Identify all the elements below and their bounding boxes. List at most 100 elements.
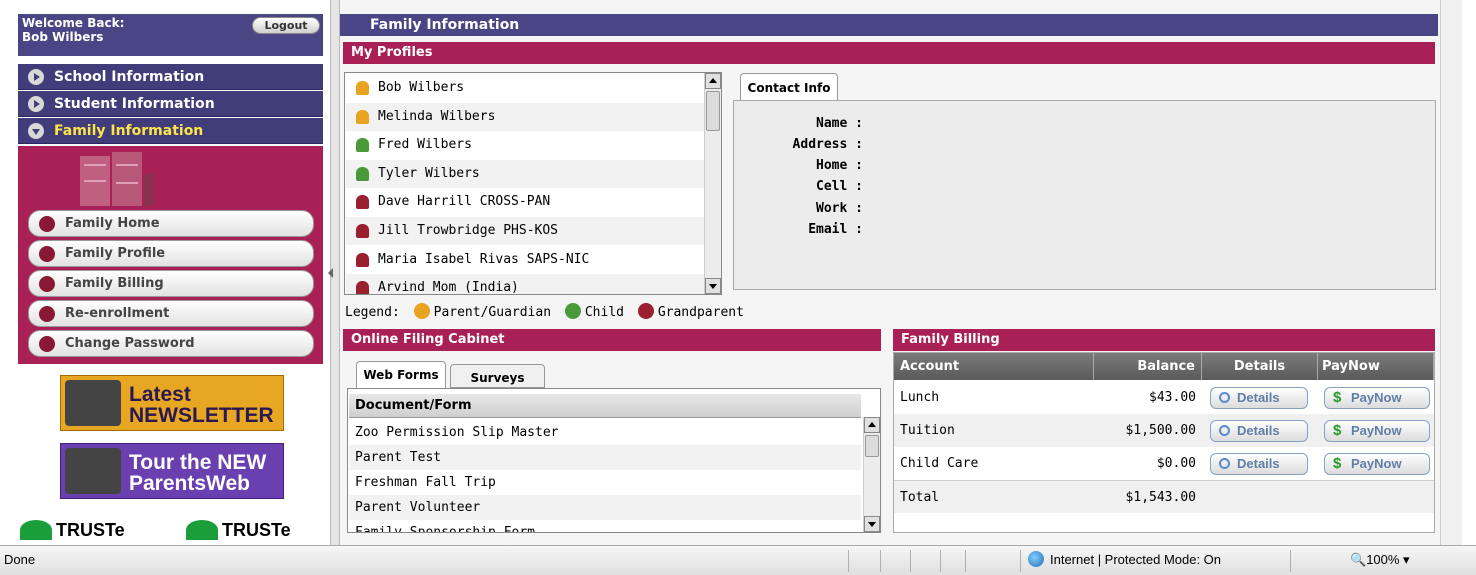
tab-contact-info[interactable]: Contact Info (740, 73, 838, 101)
scroll-track[interactable] (1440, 0, 1462, 545)
status-divider (940, 550, 941, 572)
contact-cell-label: Cell : (816, 179, 863, 194)
my-profiles-header: My Profiles (343, 42, 1435, 64)
profile-item[interactable]: Bob Wilbers (346, 74, 704, 102)
details-button[interactable]: Details (1210, 387, 1308, 409)
contact-email-label: Email : (808, 222, 863, 237)
total-value: $1,543.00 (1125, 490, 1196, 505)
tab-web-forms[interactable]: Web Forms (356, 361, 446, 388)
nav-label: School Information (54, 69, 205, 85)
details-label: Details (1237, 423, 1280, 438)
contact-work-label: Work : (816, 201, 863, 216)
total-label: Total (900, 490, 940, 505)
paynow-button[interactable]: $ PayNow (1324, 420, 1430, 442)
legend-child: Child (584, 305, 624, 320)
truste-seal-2[interactable]: TRUSTe (186, 517, 291, 543)
logout-button[interactable]: Logout (252, 17, 320, 34)
status-text: Done (4, 552, 36, 567)
nav-family-information[interactable]: Family Information (18, 118, 323, 144)
truste-logo-icon (20, 520, 52, 540)
profile-item[interactable]: Jill Trowbridge PHS-KOS (346, 217, 704, 245)
menu-family-billing[interactable]: Family Billing (28, 270, 314, 297)
profile-name: Tyler Wilbers (378, 165, 480, 181)
person-icon (356, 281, 369, 294)
truste-seal-1[interactable]: TRUSTe (20, 517, 125, 543)
billing-row: Child Care $0.00 Details $ PayNow (894, 447, 1434, 480)
profile-item[interactable]: Tyler Wilbers (346, 159, 704, 188)
tab-surveys[interactable]: Surveys (450, 364, 545, 388)
binoculars-icon (65, 448, 121, 494)
column-header-balance[interactable]: Balance (1094, 353, 1202, 380)
bullet-icon (39, 276, 55, 292)
scroll-down-icon[interactable] (705, 278, 721, 294)
chevron-down-icon (28, 123, 44, 139)
menu-change-password[interactable]: Change Password (28, 330, 314, 357)
dollar-icon: $ (1333, 455, 1342, 472)
form-row[interactable]: Parent Test (349, 445, 861, 470)
truste-logo-icon (186, 520, 218, 540)
chevron-right-icon (28, 96, 44, 112)
page-scrollbar[interactable] (1440, 0, 1476, 545)
status-divider (880, 550, 881, 572)
collapse-arrow-icon[interactable] (328, 268, 333, 278)
menu-re-enrollment[interactable]: Re-enrollment (28, 300, 314, 327)
details-button[interactable]: Details (1210, 420, 1308, 442)
profile-list[interactable]: Bob Wilbers Melinda Wilbers Fred Wilbers Ty… (344, 72, 722, 295)
scroll-down-icon[interactable] (864, 516, 880, 532)
zoom-level[interactable]: 🔍100% ▾ (1350, 546, 1410, 574)
newsletter-banner[interactable]: Latest NEWSLETTER (60, 375, 284, 431)
profile-item[interactable]: Maria Isabel Rivas SAPS-NIC (346, 245, 704, 274)
forms-scrollbar[interactable] (863, 417, 880, 532)
form-row[interactable]: Family Sponsorship Form (349, 520, 861, 532)
menu-family-profile[interactable]: Family Profile (28, 240, 314, 267)
scroll-up-icon[interactable] (864, 417, 880, 433)
column-header-details[interactable]: Details (1202, 353, 1318, 380)
column-header-paynow[interactable]: PayNow (1318, 353, 1434, 380)
profile-item[interactable]: Fred Wilbers (346, 131, 704, 160)
account-cell: Tuition (900, 423, 955, 438)
column-header-account[interactable]: Account (894, 353, 1094, 380)
magnifier-icon (1219, 425, 1230, 436)
paynow-button[interactable]: $ PayNow (1324, 453, 1430, 475)
newsletter-line1: Latest (129, 383, 191, 406)
profile-item[interactable]: Melinda Wilbers (346, 102, 704, 131)
profile-item[interactable]: Dave Harrill CROSS-PAN (346, 188, 704, 217)
status-divider (1290, 550, 1291, 572)
legend-grandparent: Grandparent (657, 305, 744, 320)
scroll-up-icon[interactable] (705, 73, 721, 89)
balance-cell: $0.00 (1156, 456, 1196, 471)
form-row[interactable]: Zoo Permission Slip Master (349, 420, 861, 445)
status-divider (848, 550, 849, 572)
menu-family-home[interactable]: Family Home (28, 210, 314, 237)
billing-total-row: Total $1,543.00 (894, 480, 1434, 513)
nav-school-information[interactable]: School Information (18, 64, 323, 90)
profile-item[interactable]: Arvind Mom (India) (346, 274, 704, 294)
status-bar: Done Internet | Protected Mode: On 🔍100%… (0, 545, 1476, 575)
nav-student-information[interactable]: Student Information (18, 91, 323, 117)
profile-name: Fred Wilbers (378, 137, 472, 153)
form-row[interactable]: Parent Volunteer (349, 495, 861, 520)
details-button[interactable]: Details (1210, 453, 1308, 475)
paynow-button[interactable]: $ PayNow (1324, 387, 1430, 409)
status-divider (1020, 550, 1021, 572)
security-zone[interactable]: Internet | Protected Mode: On (1050, 546, 1221, 574)
paynow-label: PayNow (1351, 390, 1402, 405)
menu-label: Family Profile (65, 246, 166, 261)
bullet-icon (39, 246, 55, 262)
bullet-icon (39, 336, 55, 352)
column-header-document[interactable]: Document/Form (349, 394, 861, 418)
tour-banner[interactable]: Tour the NEW ParentsWeb (60, 443, 284, 499)
balance-cell: $1,500.00 (1125, 423, 1196, 438)
zoom-value: 100% (1366, 552, 1400, 567)
filing-cabinet-header: Online Filing Cabinet (343, 329, 881, 351)
scroll-thumb[interactable] (865, 435, 879, 457)
person-icon (356, 138, 369, 153)
form-row[interactable]: Freshman Fall Trip (349, 470, 861, 495)
contact-home-label: Home : (816, 158, 863, 173)
scroll-thumb[interactable] (706, 91, 720, 131)
details-label: Details (1237, 456, 1280, 471)
zoom-icon: 🔍 (1350, 552, 1367, 567)
profile-list-scrollbar[interactable] (704, 73, 721, 294)
details-label: Details (1237, 390, 1280, 405)
account-cell: Lunch (900, 390, 940, 405)
